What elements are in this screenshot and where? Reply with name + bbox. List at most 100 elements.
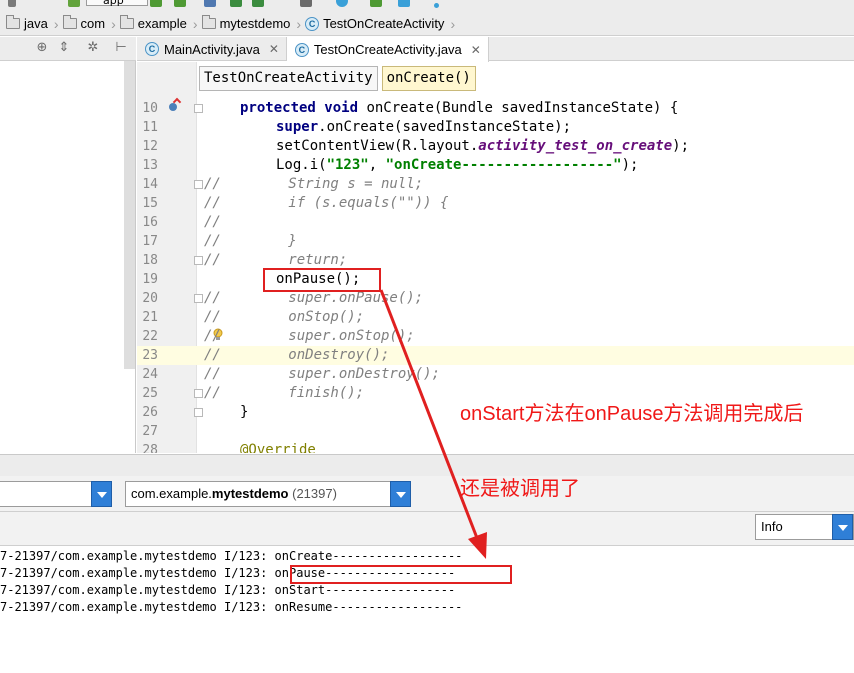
hide-panel-icon[interactable]: ⊢ bbox=[114, 41, 128, 55]
log-line: 7-21397/com.example.mytestdemo I/123: on… bbox=[0, 582, 455, 599]
line-number: 10 bbox=[142, 101, 158, 116]
code-line: 12 setContentView(R.layout.activity_test… bbox=[137, 137, 854, 156]
chevron-right-icon: › bbox=[450, 15, 456, 32]
code-text: } bbox=[240, 404, 249, 420]
code-comment: // if (s.equals("")) { bbox=[204, 195, 449, 211]
log-prefix: 7-21397/com.example.mytestdemo I/123: bbox=[0, 549, 275, 563]
project-panel-header: ⊕ ⇕ ✲ ⊢ bbox=[0, 37, 136, 61]
folder-icon bbox=[6, 15, 20, 29]
log-line: 7-21397/com.example.mytestdemo I/123: on… bbox=[0, 548, 462, 565]
line-number: 20 bbox=[142, 291, 158, 306]
sync-icon[interactable] bbox=[300, 0, 312, 7]
line-number: 28 bbox=[142, 443, 158, 453]
code-text: ); bbox=[621, 157, 639, 173]
chevron-down-icon[interactable] bbox=[390, 481, 411, 507]
line-number: 21 bbox=[142, 310, 158, 325]
line-number: 18 bbox=[142, 253, 158, 268]
code-text: , bbox=[368, 157, 386, 173]
settings-gear-icon[interactable]: ✲ bbox=[86, 41, 100, 55]
code-comment: // String s = null; bbox=[204, 176, 424, 192]
code-line: 13 Log.i("123", "onCreate---------------… bbox=[137, 156, 854, 175]
run-icon[interactable] bbox=[150, 0, 162, 7]
line-number: 26 bbox=[142, 405, 158, 420]
editor-tab-bar: C MainActivity.java ✕ C TestOnCreateActi… bbox=[137, 37, 854, 62]
code-line: 20 // super.onPause(); bbox=[137, 289, 854, 308]
chevron-right-icon: › bbox=[53, 15, 59, 32]
code-line: 17 // } bbox=[137, 232, 854, 251]
attach-debugger-icon[interactable] bbox=[204, 0, 216, 7]
device-select[interactable] bbox=[0, 481, 112, 507]
code-comment: // onStop(); bbox=[204, 309, 365, 325]
highlight-box-onpause-log bbox=[290, 565, 512, 584]
fold-marker-icon[interactable] bbox=[194, 256, 203, 265]
code-line: 11 super.onCreate(savedInstanceState); bbox=[137, 118, 854, 137]
class-icon: C bbox=[305, 16, 320, 31]
debug-icon[interactable] bbox=[174, 0, 186, 7]
collapse-all-icon[interactable]: ⇕ bbox=[57, 41, 71, 55]
process-select[interactable]: com.example.mytestdemo (21397) bbox=[125, 481, 411, 507]
locate-file-icon[interactable]: ⊕ bbox=[35, 41, 49, 55]
breadcrumb-item-mytestdemo[interactable]: mytestdemo › bbox=[201, 13, 305, 35]
fold-marker-icon[interactable] bbox=[194, 294, 203, 303]
run-config-icon[interactable] bbox=[68, 0, 80, 7]
code-keyword: super bbox=[276, 119, 319, 135]
project-panel-scrollbar[interactable] bbox=[124, 61, 135, 369]
log-message: onStart------------------ bbox=[274, 583, 456, 597]
breadcrumb-item-com[interactable]: com › bbox=[62, 13, 120, 35]
tab-main-activity[interactable]: C MainActivity.java ✕ bbox=[137, 37, 287, 61]
chevron-down-icon[interactable] bbox=[91, 481, 112, 507]
apply-changes-icon[interactable] bbox=[230, 0, 242, 7]
code-comment: // finish(); bbox=[204, 385, 365, 401]
close-icon[interactable]: ✕ bbox=[269, 42, 279, 56]
line-number: 12 bbox=[142, 139, 158, 154]
fold-marker-icon[interactable] bbox=[194, 104, 203, 113]
code-comment: // super.onDestroy(); bbox=[204, 366, 441, 382]
code-line: 15 // if (s.equals("")) { bbox=[137, 194, 854, 213]
log-message: onResume------------------ bbox=[274, 600, 463, 614]
line-number: 13 bbox=[142, 158, 158, 173]
chevron-down-icon[interactable] bbox=[832, 514, 853, 540]
package-prefix: com.example. bbox=[131, 486, 212, 501]
back-icon[interactable] bbox=[8, 0, 16, 7]
log-prefix: 7-21397/com.example.mytestdemo I/123: bbox=[0, 600, 275, 614]
device-monitor-icon[interactable] bbox=[398, 0, 410, 7]
code-line: 10 protected void onCreate(Bundle savedI… bbox=[137, 99, 854, 118]
code-breadcrumb-method[interactable]: onCreate() bbox=[381, 66, 476, 91]
breadcrumb-item-java[interactable]: java › bbox=[6, 13, 63, 35]
close-icon[interactable]: ✕ bbox=[471, 43, 481, 57]
chevron-right-icon: › bbox=[111, 15, 116, 32]
code-string: "onCreate------------------" bbox=[385, 157, 622, 173]
coverage-icon[interactable] bbox=[252, 0, 264, 7]
override-marker-icon[interactable] bbox=[169, 103, 177, 111]
fold-marker-icon[interactable] bbox=[194, 408, 203, 417]
line-number: 22 bbox=[142, 329, 158, 344]
navigation-breadcrumb: java › com › example › mytestdemo › C Te… bbox=[0, 12, 854, 36]
code-text: .onCreate(savedInstanceState); bbox=[318, 119, 572, 135]
breadcrumb-item-example[interactable]: example › bbox=[119, 13, 202, 35]
line-number: 11 bbox=[142, 120, 158, 135]
breadcrumb-label: example bbox=[137, 16, 187, 31]
breadcrumb-label: mytestdemo bbox=[219, 16, 291, 31]
chevron-right-icon: › bbox=[296, 15, 302, 32]
avd-manager-icon[interactable] bbox=[370, 0, 382, 7]
run-config-select[interactable]: app bbox=[86, 0, 148, 6]
tab-test-on-create-activity[interactable]: C TestOnCreateActivity.java ✕ bbox=[286, 37, 489, 62]
code-comment: // onDestroy(); bbox=[204, 347, 390, 363]
annotation-line-1: onStart方法在onPause方法调用完成后 bbox=[460, 403, 804, 425]
code-line: 22 // super.onStop(); bbox=[137, 327, 854, 346]
code-field: activity_test_on_create bbox=[478, 138, 673, 154]
line-number: 27 bbox=[142, 424, 158, 439]
code-breadcrumb-class[interactable]: TestOnCreateActivity bbox=[199, 66, 378, 91]
sdk-manager-icon[interactable] bbox=[336, 0, 348, 7]
annotation-line-2: 还是被调用了 bbox=[460, 478, 580, 500]
code-text: Log.i( bbox=[276, 157, 327, 173]
breadcrumb-item-class[interactable]: C TestOnCreateActivity › bbox=[305, 13, 459, 35]
fold-marker-icon[interactable] bbox=[194, 389, 203, 398]
highlight-box-onpause-call bbox=[263, 268, 381, 292]
process-pid: (21397) bbox=[288, 486, 337, 501]
fold-marker-icon[interactable] bbox=[194, 180, 203, 189]
code-line: 16 // bbox=[137, 213, 854, 232]
breadcrumb-label: TestOnCreateActivity bbox=[323, 16, 445, 31]
folder-icon bbox=[62, 15, 77, 29]
help-icon[interactable] bbox=[434, 3, 439, 8]
